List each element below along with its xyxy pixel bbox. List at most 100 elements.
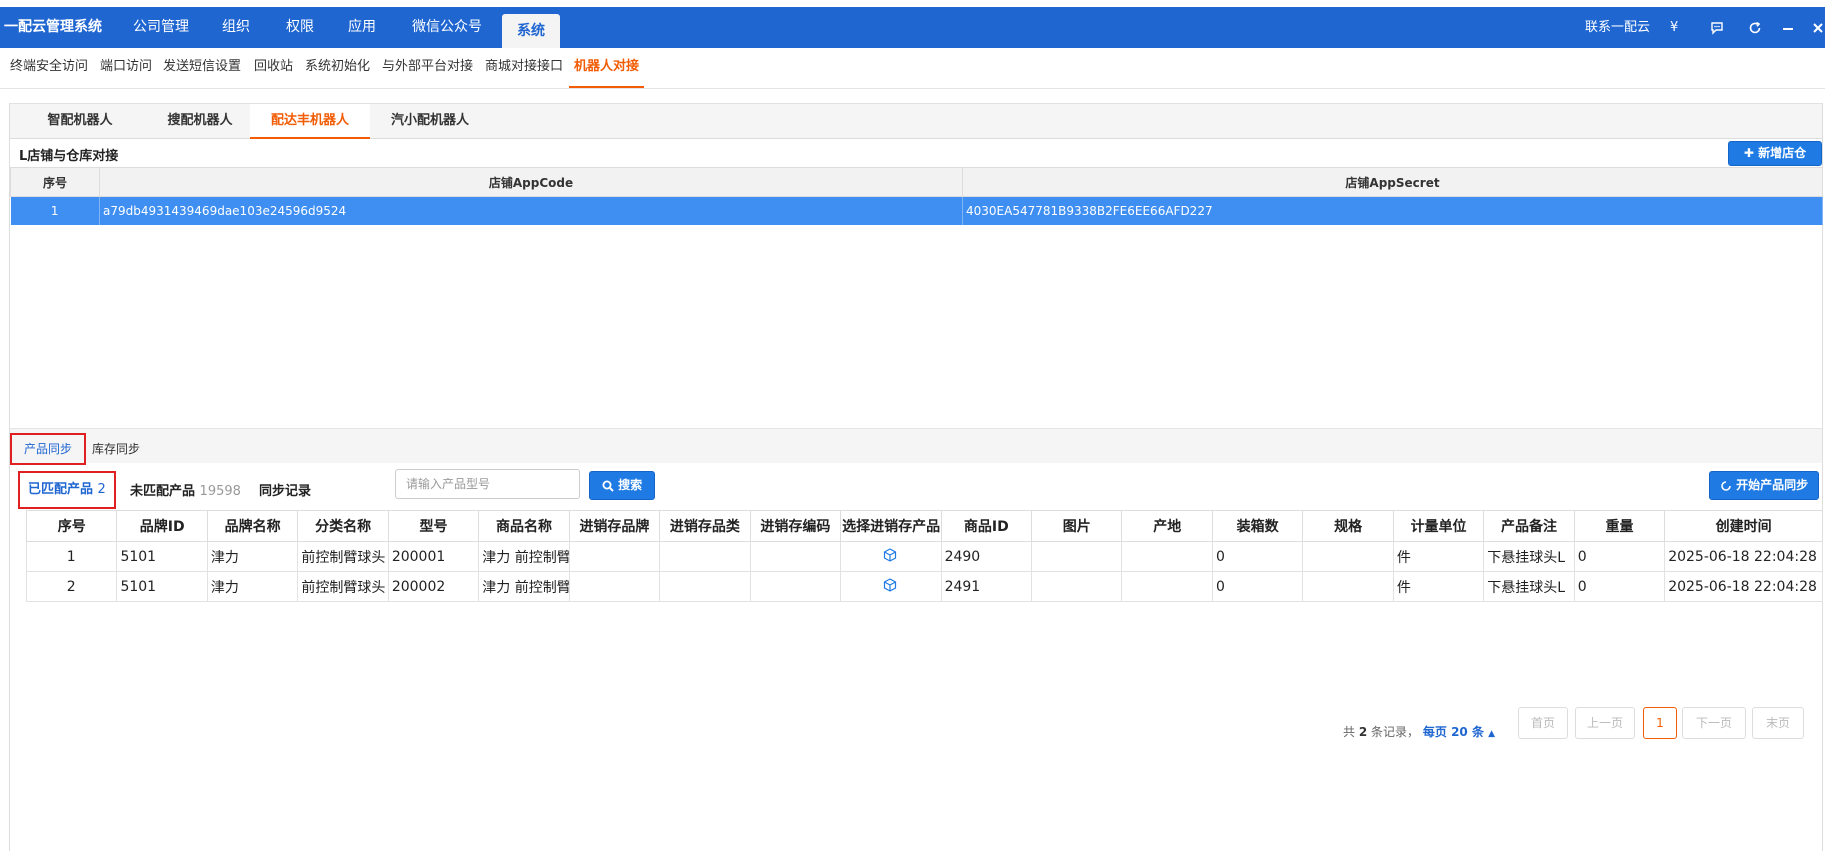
nav-apps[interactable]: 应用	[336, 7, 388, 48]
table-cell: 1	[25, 541, 118, 572]
search-icon	[602, 480, 614, 492]
refresh-icon[interactable]	[1748, 7, 1762, 48]
col-header: 进销存编码	[749, 510, 842, 542]
table-cell: 下悬挂球头L	[1483, 541, 1575, 572]
box-icon[interactable]	[883, 547, 897, 562]
box-icon[interactable]	[883, 577, 897, 592]
table-cell: 件	[1392, 571, 1485, 602]
caret-up-icon: ▲	[1488, 729, 1496, 739]
table-cell: 津力 前控制臂	[478, 541, 570, 572]
sync-tabs: 产品同步 库存同步	[10, 428, 1822, 465]
store-grid: 序号 店铺AppCode 店铺AppSecret 1 a79db49314394…	[10, 167, 1823, 225]
table-cell	[1031, 541, 1123, 572]
row-app-code: a79db4931439469dae103e24596d9524	[99, 196, 963, 225]
currency-icon[interactable]: ¥	[1670, 7, 1678, 48]
product-grid: 序号 品牌ID 品牌名称 分类名称 型号 商品名称 进销存品牌 进销存品类 进销存编码 选择进销存…	[25, 510, 1823, 602]
robot-tabs: 智配机器人 搜配机器人 配达丰机器人 汽小配机器人	[10, 103, 1822, 139]
top-bar: 一配云管理系统 公司管理 组织 权限 应用 微信公众号 系统 联系一配云 ¥	[0, 7, 1825, 48]
table-row[interactable]: 1 5101 津力 前控制臂球头 200001 津力 前控制臂 2490 0 件下悬挂球头L 0 2…	[25, 541, 1823, 572]
close-icon[interactable]	[1812, 7, 1824, 48]
table-cell: 下悬挂球头L	[1483, 571, 1575, 602]
per-page-select[interactable]: 每页 20 条 ▲	[1423, 725, 1495, 739]
current-page-button[interactable]: 1	[1643, 707, 1677, 739]
tab-stock-sync[interactable]: 库存同步	[92, 435, 140, 463]
table-cell: 前控制臂球头	[297, 571, 389, 602]
table-cell	[568, 571, 661, 602]
tab-smart-robot[interactable]: 智配机器人	[20, 104, 140, 138]
col-header: 图片	[1031, 510, 1123, 542]
col-header: 规格	[1302, 510, 1394, 542]
row-app-secret: 4030EA547781B9338B2FE6EE66AFD227	[962, 196, 1823, 225]
select-product-cell[interactable]	[840, 571, 942, 602]
col-header: 品牌名称	[206, 510, 299, 542]
col-header: 分类名称	[297, 510, 389, 542]
col-header: 进销存品类	[659, 510, 751, 542]
unmatched-products-tab[interactable]: 未匹配产品 19598	[130, 480, 241, 499]
col-header: 序号	[25, 510, 118, 542]
col-header: 产地	[1121, 510, 1213, 542]
tab-qixiaopei-robot[interactable]: 汽小配机器人	[370, 104, 490, 138]
sync-icon	[1721, 480, 1731, 491]
table-cell: 200001	[387, 541, 480, 572]
table-cell	[749, 571, 842, 602]
table-cell: 津力	[206, 571, 299, 602]
tab-peidafeng-robot[interactable]: 配达丰机器人	[250, 104, 370, 139]
subnav-system-init[interactable]: 系统初始化	[305, 48, 370, 86]
matched-products-tab[interactable]: 已匹配产品 2	[18, 471, 116, 509]
sub-nav: 终端安全访问 端口访问 发送短信设置 回收站 系统初始化 与外部平台对接 商城对…	[0, 48, 1825, 89]
message-icon[interactable]	[1710, 7, 1724, 48]
subnav-robot[interactable]: 机器人对接	[569, 48, 645, 88]
subnav-port-access[interactable]: 端口访问	[100, 48, 152, 86]
table-cell: 2025-06-18 22:04:28	[1664, 571, 1823, 602]
nav-wechat[interactable]: 微信公众号	[400, 7, 494, 48]
col-header: 计量单位	[1392, 510, 1485, 542]
next-page-button[interactable]: 下一页	[1682, 707, 1746, 739]
table-cell: 2025-06-18 22:04:28	[1664, 541, 1823, 572]
table-cell	[659, 541, 751, 572]
table-cell	[1121, 571, 1213, 602]
col-header: 进销存品牌	[568, 510, 661, 542]
first-page-button[interactable]: 首页	[1518, 707, 1568, 739]
start-product-sync-button[interactable]: 开始产品同步	[1709, 471, 1819, 500]
tab-search-robot[interactable]: 搜配机器人	[140, 104, 260, 138]
product-model-search-input[interactable]	[395, 469, 580, 499]
table-row[interactable]: 2 5101 津力 前控制臂球头 200002 津力 前控制臂 2491 0 件下悬挂球头L 0 2…	[25, 571, 1823, 602]
sync-log-tab[interactable]: 同步记录	[259, 480, 311, 499]
nav-company[interactable]: 公司管理	[124, 7, 198, 48]
tab-product-sync[interactable]: 产品同步	[10, 433, 86, 465]
table-cell	[1031, 571, 1123, 602]
table-cell: 2491	[940, 571, 1033, 602]
nav-permission[interactable]: 权限	[274, 7, 326, 48]
add-store-button[interactable]: ✚ 新增店仓	[1728, 141, 1822, 166]
table-cell: 0	[1211, 571, 1304, 602]
subnav-recycle-bin[interactable]: 回收站	[254, 48, 293, 86]
subnav-sms-settings[interactable]: 发送短信设置	[163, 48, 241, 86]
contact-link[interactable]: 联系一配云	[1585, 7, 1650, 48]
table-cell	[1302, 571, 1394, 602]
table-cell: 5101	[116, 541, 208, 572]
table-row[interactable]: 1 a79db4931439469dae103e24596d9524 4030E…	[10, 196, 1823, 225]
last-page-button[interactable]: 末页	[1752, 707, 1804, 739]
pager-summary: 共 2 条记录， 每页 20 条 ▲	[1343, 725, 1496, 739]
search-button[interactable]: 搜索	[589, 471, 655, 500]
col-header: 选择进销存产品	[840, 510, 942, 542]
minimize-icon[interactable]	[1782, 7, 1794, 48]
subnav-terminal-security[interactable]: 终端安全访问	[10, 48, 88, 86]
table-cell: 前控制臂球头	[297, 541, 389, 572]
col-header: 店铺AppCode	[99, 167, 963, 197]
nav-org[interactable]: 组织	[210, 7, 262, 48]
subnav-external-platform[interactable]: 与外部平台对接	[382, 48, 473, 86]
table-cell: 件	[1392, 541, 1485, 572]
subnav-mall-api[interactable]: 商城对接接口	[485, 48, 563, 86]
table-cell: 津力	[206, 541, 299, 572]
table-cell: 津力 前控制臂	[478, 571, 570, 602]
prev-page-button[interactable]: 上一页	[1575, 707, 1635, 739]
col-header: 商品ID	[940, 510, 1033, 542]
table-cell	[1121, 541, 1213, 572]
table-cell	[659, 571, 751, 602]
col-header: 型号	[387, 510, 480, 542]
select-product-cell[interactable]	[840, 541, 942, 572]
app-title: 一配云管理系统	[4, 19, 102, 35]
nav-system[interactable]: 系统	[502, 14, 560, 48]
table-cell: 2490	[940, 541, 1033, 572]
